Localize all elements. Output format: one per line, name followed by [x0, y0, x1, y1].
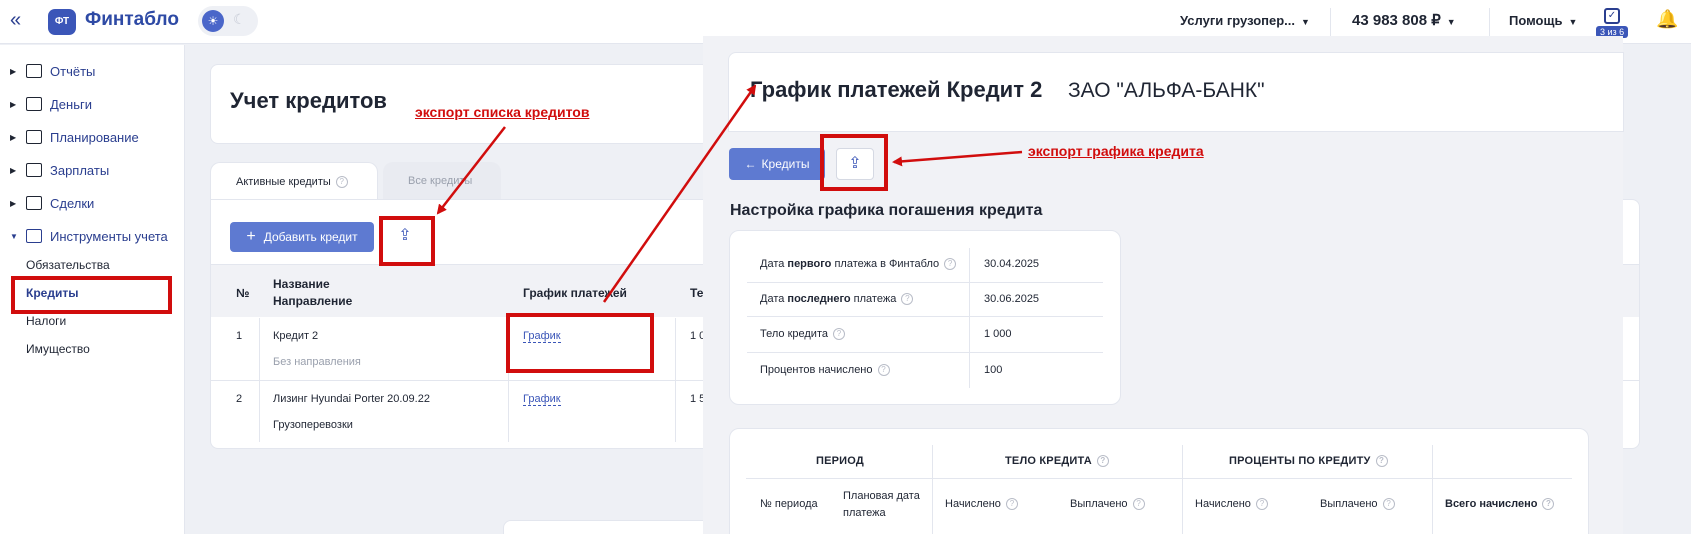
arrow-to-export-list [436, 126, 506, 215]
arrow-to-export-schedule [892, 150, 1023, 167]
arrow-to-schedule-title [602, 84, 757, 303]
annotation-arrows [436, 84, 1023, 303]
